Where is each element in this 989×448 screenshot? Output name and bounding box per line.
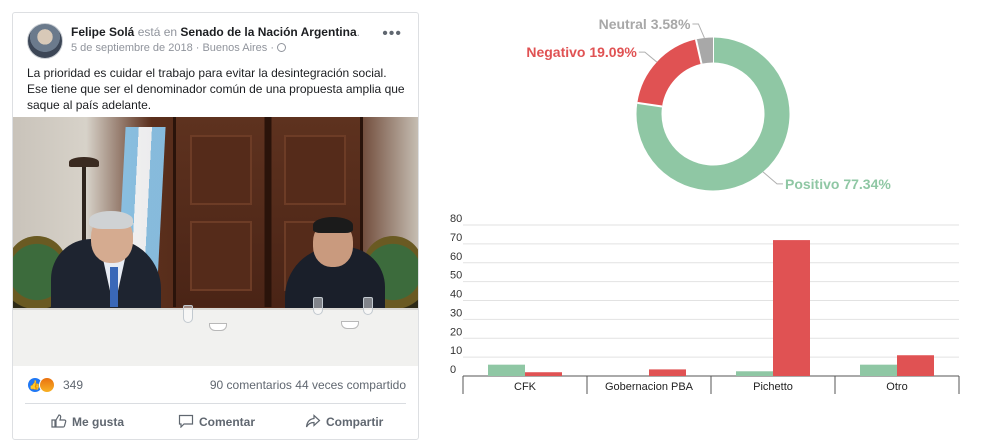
bar-svg: 80 70 60 50 40 30 20 10 0 CFK Gobernacion PBA Piche… [450,213,960,394]
door-panel [190,221,252,291]
x-category-label: Gobernacion PBA [605,381,694,393]
author-avatar[interactable] [27,23,63,59]
donut-leader-line [692,23,705,39]
photo-glass [313,297,323,315]
comment-label: Comentar [199,415,256,429]
donut-label-positivo: Positivo 77.34% [785,176,891,192]
bar-pichetto-series-2[interactable] [773,240,810,376]
thumbs-up-icon [51,414,67,428]
more-options-icon[interactable]: ••• [382,26,402,42]
like-button[interactable]: Me gusta [51,405,124,439]
globe-icon [277,43,287,52]
y-tick-label: 40 [450,289,462,301]
y-tick-label: 10 [450,345,462,357]
shares-count[interactable]: 44 veces compartido [295,378,406,392]
donut-label-negativo: Negativo 19.09% [526,44,637,60]
sentiment-donut-chart: Positivo 77.34% Negativo 19.09% Neutral 3.… [430,0,989,205]
checkin-connector: está en [134,25,181,39]
bar-gobernacion-pba-series-2[interactable] [649,369,686,376]
bar-cfk-series-2[interactable] [525,372,562,376]
bar-pichetto-series-1[interactable] [736,371,773,376]
photo-glass [183,305,193,323]
post-date[interactable]: 5 de septiembre de 2018 · Buenos Aires · [71,42,274,54]
x-category-label: CFK [514,381,537,393]
photo-hair-right [313,217,353,233]
reactions-count[interactable]: 349 [63,378,83,392]
y-tick-label: 60 [450,251,462,263]
author-line: Felipe Solá está en Senado de la Nación … [71,25,360,39]
door-panel [284,135,346,205]
y-tick-label: 30 [450,307,462,319]
donut-svg: Positivo 77.34% Negativo 19.09% Neutral 3.… [526,16,891,192]
bar-cfk-series-1[interactable] [488,364,525,376]
reactions-bar: 👍 349 90 comentarios 44 veces compartido [13,374,418,396]
donut-label-neutral: Neutral 3.58% [599,16,691,32]
author-name[interactable]: Felipe Solá [71,25,134,39]
angry-reaction-icon [39,377,55,393]
post-actions: Me gusta Comentar Compartir [13,405,418,439]
post-header: Felipe Solá está en Senado de la Nación … [13,13,418,63]
donut-leader-line [638,51,658,63]
share-button[interactable]: Compartir [305,405,383,439]
x-category-label: Otro [886,381,907,393]
comment-button[interactable]: Comentar [178,405,255,439]
x-category-label: Pichetto [753,381,793,393]
post-text: La prioridad es cuidar el trabajo para e… [27,66,405,112]
y-tick-label: 20 [450,326,462,338]
photo-hair-left [89,211,133,229]
reaction-icons[interactable]: 👍 [27,377,61,393]
share-arrow-icon [305,414,321,428]
facebook-post: Felipe Solá está en Senado de la Nación … [12,12,419,440]
photo-cup [209,323,227,331]
checkin-place[interactable]: Senado de la Nación Argentina [180,25,356,39]
y-tick-label: 0 [450,364,456,376]
like-label: Me gusta [72,415,125,429]
sentiment-bar-chart: 80 70 60 50 40 30 20 10 0 CFK Gobernacion PBA Piche… [430,205,989,405]
share-label: Compartir [326,415,384,429]
y-tick-label: 80 [450,213,462,225]
post-photo[interactable] [13,117,418,366]
photo-cup [341,321,359,329]
actions-divider [25,403,406,404]
engagement-summary: 90 comentarios 44 veces compartido [210,378,406,392]
donut-leader-line [762,171,783,185]
photo-lamp [69,157,99,167]
donut-slice-negativo[interactable] [637,39,703,108]
bar-otro-series-2[interactable] [897,355,934,376]
comments-count[interactable]: 90 comentarios [210,378,292,392]
photo-glass [363,297,373,315]
donut-slice-neutral[interactable] [695,37,714,64]
place-suffix: . [356,25,360,39]
comment-icon [178,414,194,428]
post-meta: 5 de septiembre de 2018 · Buenos Aires · [71,42,287,54]
y-tick-label: 70 [450,232,462,244]
y-tick-label: 50 [450,270,462,282]
photo-table [13,308,418,366]
door-panel [190,135,252,205]
photo-tie [110,267,118,307]
bar-otro-series-1[interactable] [860,364,897,376]
